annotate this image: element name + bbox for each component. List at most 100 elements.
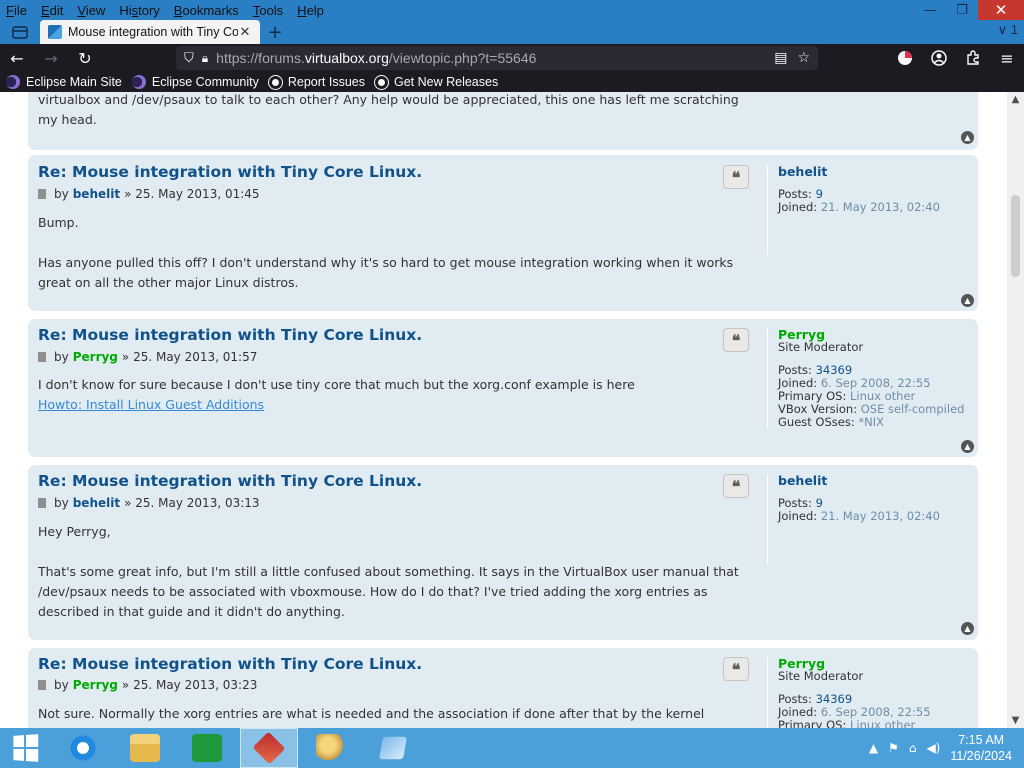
scroll-up-icon[interactable]: ▲ — [1007, 94, 1024, 105]
virtualbox-favicon-icon — [48, 25, 62, 39]
post-body: Hey Perryg, That's some great info, but … — [38, 522, 758, 642]
by-label: by — [54, 496, 69, 510]
menu-edit[interactable]: Edit — [41, 3, 63, 18]
network-icon[interactable]: ⌂ — [909, 741, 917, 755]
minimize-button[interactable]: — — [914, 0, 946, 20]
taskbar-store[interactable] — [178, 728, 236, 768]
restore-button[interactable]: ❐ — [946, 0, 978, 20]
tab-active[interactable]: Mouse integration with Tiny Co ✕ — [40, 20, 260, 44]
post-title[interactable]: Re: Mouse integration with Tiny Core Lin… — [38, 655, 422, 673]
taskbar-file-explorer[interactable] — [116, 728, 174, 768]
volume-icon[interactable]: ◀) — [926, 741, 940, 755]
tracking-protection-icon[interactable]: ⛉ — [184, 51, 194, 66]
post-paragraph: Hey Perryg, — [38, 524, 111, 539]
post-author-link[interactable]: Perryg — [73, 350, 118, 364]
post-text-line: virtualbox and /dev/psaux to talk to eac… — [38, 92, 739, 107]
post-paragraph: Bump. — [38, 215, 79, 230]
back-to-top-icon[interactable]: ▲ — [961, 294, 974, 307]
scrollbar-thumb[interactable] — [1011, 195, 1020, 277]
post-title[interactable]: Re: Mouse integration with Tiny Core Lin… — [38, 326, 422, 344]
quote-button[interactable]: ❝ — [723, 657, 749, 681]
post-body: virtualbox and /dev/psaux to talk to eac… — [38, 92, 758, 130]
scroll-down-icon[interactable]: ▼ — [1007, 715, 1024, 726]
post-date: 25. May 2013, 03:13 — [135, 496, 260, 510]
bookmark-star-icon[interactable]: ☆ — [797, 50, 810, 66]
quote-button[interactable]: ❝ — [723, 328, 749, 352]
firefox-view-icon[interactable] — [0, 20, 40, 44]
post-icon[interactable] — [38, 498, 46, 508]
profile-posts-link[interactable]: 9 — [816, 496, 823, 510]
taskbar-virtualbox[interactable] — [240, 728, 298, 768]
notepad-icon — [379, 736, 407, 760]
menu-help[interactable]: Help — [297, 3, 324, 18]
profile-posts-link[interactable]: 34369 — [816, 692, 853, 706]
menu-view[interactable]: View — [77, 3, 105, 18]
post-paragraph: That's some great info, but I'm still a … — [38, 564, 739, 619]
post-profile: behelit Posts: 9 Joined: 21. May 2013, 0… — [767, 165, 972, 255]
bookmark-report-issues[interactable]: Report Issues — [268, 75, 365, 89]
url-bar[interactable]: ⛉ 🔒︎ https://forums.virtualbox.org/viewt… — [176, 46, 818, 70]
close-window-button[interactable]: ✕ — [978, 0, 1024, 20]
internet-explorer-icon — [68, 734, 98, 762]
account-icon[interactable] — [922, 44, 956, 72]
post-title[interactable]: Re: Mouse integration with Tiny Core Lin… — [38, 163, 422, 181]
forum-post: Re: Mouse integration with Tiny Core Lin… — [28, 465, 978, 640]
menu-file[interactable]: File — [6, 3, 27, 18]
start-button[interactable] — [0, 728, 50, 768]
extensions-icon[interactable] — [956, 44, 990, 72]
tab-overflow-menu[interactable]: ∨ 1 — [998, 22, 1018, 38]
taskbar-paint[interactable] — [302, 728, 360, 768]
quote-button[interactable]: ❝ — [723, 165, 749, 189]
bookmark-eclipse-community[interactable]: Eclipse Community — [131, 75, 259, 89]
post-icon[interactable] — [38, 680, 46, 690]
profile-username[interactable]: behelit — [778, 165, 972, 178]
bookmark-new-releases[interactable]: Get New Releases — [374, 75, 498, 89]
post-author-link[interactable]: behelit — [73, 187, 120, 201]
profile-posts-link[interactable]: 9 — [816, 187, 823, 201]
post-profile: Perryg Site Moderator Posts: 34369 Joine… — [767, 657, 972, 728]
post-author-link[interactable]: behelit — [73, 496, 120, 510]
post-body: Not sure. Normally the xorg entries are … — [38, 704, 758, 724]
bookmarks-toolbar: Eclipse Main Site Eclipse Community Repo… — [0, 72, 1024, 92]
taskbar-notepad[interactable] — [364, 728, 422, 768]
howto-guest-additions-link[interactable]: Howto: Install Linux Guest Additions — [38, 397, 264, 412]
post-body: Bump. Has anyone pulled this off? I don'… — [38, 213, 758, 313]
url-text[interactable]: https://forums.virtualbox.org/viewtopic.… — [216, 50, 764, 66]
quote-button[interactable]: ❝ — [723, 474, 749, 498]
forum-post: Re: Mouse integration with Tiny Core Lin… — [28, 648, 978, 728]
reader-view-icon[interactable]: ▤ — [774, 50, 787, 66]
post-icon[interactable] — [38, 352, 46, 362]
new-tab-button[interactable]: + — [260, 20, 290, 44]
tray-overflow-icon[interactable]: ▲ — [869, 741, 878, 755]
menu-bar: File Edit View History Bookmarks Tools H… — [0, 0, 338, 20]
forum-post-partial: virtualbox and /dev/psaux to talk to eac… — [28, 92, 978, 150]
bookmark-eclipse-main[interactable]: Eclipse Main Site — [6, 75, 122, 89]
profile-rank: Site Moderator — [778, 340, 864, 354]
post-paragraph: Has anyone pulled this off? I don't unde… — [38, 255, 734, 290]
taskbar-internet-explorer[interactable] — [54, 728, 112, 768]
lock-icon[interactable]: 🔒︎ — [202, 51, 208, 66]
back-to-top-icon[interactable]: ▲ — [961, 131, 974, 144]
github-icon — [268, 75, 282, 89]
page-scrollbar[interactable]: ▲ ▼ — [1007, 92, 1024, 728]
post-byline: by Perryg » 25. May 2013, 01:57 — [38, 350, 257, 364]
reload-button[interactable]: ↻ — [68, 44, 102, 72]
menu-history[interactable]: History — [119, 3, 159, 18]
tab-close-icon[interactable]: ✕ — [238, 25, 252, 40]
back-to-top-icon[interactable]: ▲ — [961, 622, 974, 635]
back-button[interactable]: ← — [0, 44, 34, 72]
profile-username[interactable]: behelit — [778, 474, 972, 487]
pocket-icon[interactable] — [888, 44, 922, 72]
forum-post: Re: Mouse integration with Tiny Core Lin… — [28, 155, 978, 311]
profile-posts-link[interactable]: 34369 — [816, 363, 853, 377]
post-title[interactable]: Re: Mouse integration with Tiny Core Lin… — [38, 472, 422, 490]
post-author-link[interactable]: Perryg — [73, 678, 118, 692]
system-clock[interactable]: 7:15 AM 11/26/2024 — [950, 732, 1012, 764]
post-icon[interactable] — [38, 189, 46, 199]
action-center-flag-icon[interactable]: ⚑ — [888, 741, 899, 755]
back-to-top-icon[interactable]: ▲ — [961, 440, 974, 453]
menu-tools[interactable]: Tools — [253, 3, 283, 18]
forward-button[interactable]: → — [34, 44, 68, 72]
menu-bookmarks[interactable]: Bookmarks — [174, 3, 239, 18]
hamburger-menu-icon[interactable]: ≡ — [990, 44, 1024, 72]
